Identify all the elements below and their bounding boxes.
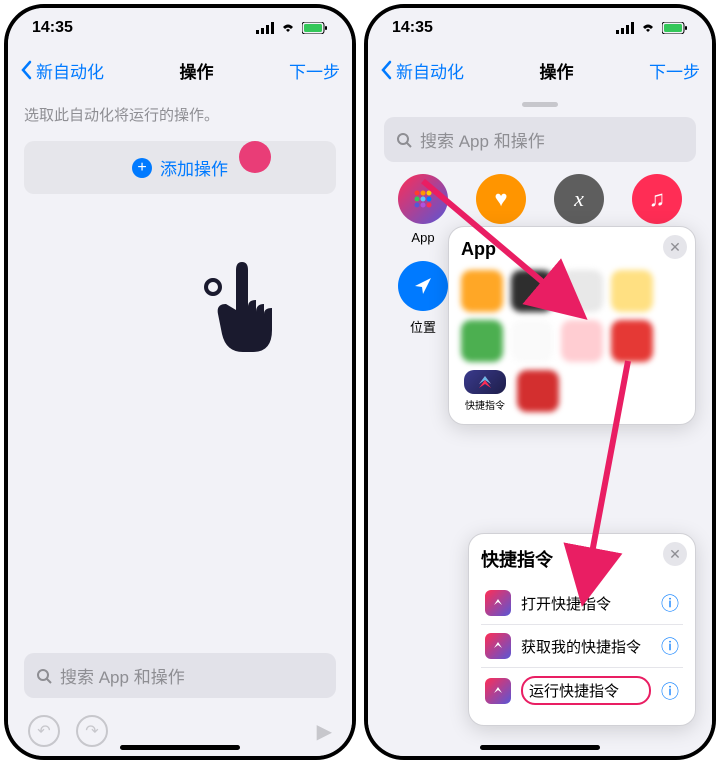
script-icon: x — [554, 174, 604, 224]
close-button[interactable]: ✕ — [663, 542, 687, 566]
app-tile[interactable] — [511, 320, 553, 362]
action-label: 打开快捷指令 — [521, 593, 651, 614]
nav-back-button[interactable]: 新自动化 — [20, 58, 104, 83]
statusbar-time: 14:35 — [32, 19, 73, 37]
navbar: 新自动化 操作 下一步 — [8, 48, 352, 92]
search-placeholder: 搜索 App 和操作 — [420, 127, 545, 152]
wifi-icon — [640, 22, 656, 34]
hand-pointer-icon — [198, 252, 298, 391]
undo-button[interactable]: ↶ — [28, 715, 60, 747]
app-grid-icon — [398, 174, 448, 224]
app-tile[interactable] — [561, 270, 603, 312]
home-indicator — [120, 745, 240, 750]
app-tile[interactable] — [611, 320, 653, 362]
action-open-shortcut[interactable]: 打开快捷指令 ⓘ — [481, 582, 683, 625]
nav-back-label: 新自动化 — [396, 58, 464, 83]
category-label: 位置 — [410, 317, 436, 336]
app-grid: 快捷指令 — [461, 270, 683, 412]
phone-right: 14:35 新自动化 操作 下一步 搜索 App 和操作 A — [364, 4, 716, 760]
phone-left: 14:35 新自动化 操作 下一步 选取此自动化将运行的操作。 + 添加操作 — [4, 4, 356, 760]
category-label: App — [411, 230, 434, 245]
action-label: 获取我的快捷指令 — [521, 636, 651, 657]
nav-title: 操作 — [180, 58, 214, 83]
chevron-left-icon — [380, 60, 392, 80]
popover-title: 快捷指令 — [481, 546, 683, 572]
music-icon: ♫ — [632, 174, 682, 224]
shortcuts-icon — [464, 370, 506, 394]
shortcuts-icon — [485, 590, 511, 616]
navbar: 新自动化 操作 下一步 — [368, 48, 712, 92]
content-left: 选取此自动化将运行的操作。 + 添加操作 — [8, 92, 352, 653]
shortcuts-icon — [485, 678, 511, 704]
redo-button[interactable]: ↷ — [76, 715, 108, 747]
signal-icon — [616, 22, 634, 34]
search-input[interactable]: 搜索 App 和操作 — [384, 117, 696, 162]
statusbar: 14:35 — [368, 8, 712, 48]
app-tile[interactable] — [461, 320, 503, 362]
close-button[interactable]: ✕ — [663, 235, 687, 259]
sheet-grabber[interactable] — [522, 102, 558, 107]
info-icon[interactable]: ⓘ — [661, 590, 679, 616]
add-action-label: 添加操作 — [160, 155, 228, 180]
heart-icon: ♥ — [476, 174, 526, 224]
signal-icon — [256, 22, 274, 34]
nav-back-label: 新自动化 — [36, 58, 104, 83]
info-icon[interactable]: ⓘ — [661, 633, 679, 659]
nav-title: 操作 — [540, 58, 574, 83]
add-action-button[interactable]: + 添加操作 — [24, 141, 336, 194]
tap-highlight — [239, 141, 271, 173]
app-tile[interactable] — [561, 320, 603, 362]
action-list: 打开快捷指令 ⓘ 获取我的快捷指令 ⓘ 运行快捷指令 ⓘ — [481, 582, 683, 713]
search-icon — [36, 668, 52, 684]
nav-next-button[interactable]: 下一步 — [289, 58, 340, 83]
popover-title: App — [461, 239, 683, 260]
shortcuts-icon — [485, 633, 511, 659]
app-label: 快捷指令 — [465, 397, 505, 412]
app-tile[interactable] — [511, 270, 553, 312]
app-tile[interactable] — [517, 370, 559, 412]
search-icon — [396, 132, 412, 148]
app-tile[interactable] — [611, 270, 653, 312]
nav-back-button[interactable]: 新自动化 — [380, 58, 464, 83]
statusbar-right — [256, 22, 328, 34]
hint-text: 选取此自动化将运行的操作。 — [24, 104, 336, 125]
app-popover: ✕ App 快捷指令 — [448, 226, 696, 425]
shortcuts-popover: ✕ 快捷指令 打开快捷指令 ⓘ 获取我的快捷指令 ⓘ 运行快捷指令 ⓘ — [468, 533, 696, 726]
chevron-left-icon — [20, 60, 32, 80]
location-icon — [398, 261, 448, 311]
search-input[interactable]: 搜索 App 和操作 — [24, 653, 336, 698]
action-run-shortcut[interactable]: 运行快捷指令 ⓘ — [481, 668, 683, 713]
wifi-icon — [280, 22, 296, 34]
battery-icon — [662, 22, 688, 34]
action-label: 运行快捷指令 — [521, 676, 651, 705]
action-sheet: 搜索 App 和操作 App ♥ 个人收藏 x 脚本 ♫ 媒体 — [368, 96, 712, 756]
search-placeholder: 搜索 App 和操作 — [60, 663, 185, 688]
nav-next-button[interactable]: 下一步 — [649, 58, 700, 83]
action-get-shortcuts[interactable]: 获取我的快捷指令 ⓘ — [481, 625, 683, 668]
play-button[interactable]: ▶ — [317, 719, 332, 744]
app-shortcuts[interactable]: 快捷指令 — [461, 370, 509, 412]
statusbar-time: 14:35 — [392, 19, 433, 37]
app-tile[interactable] — [461, 270, 503, 312]
plus-icon: + — [132, 158, 152, 178]
info-icon[interactable]: ⓘ — [661, 678, 679, 704]
home-indicator — [480, 745, 600, 750]
statusbar-right — [616, 22, 688, 34]
statusbar: 14:35 — [8, 8, 352, 48]
battery-icon — [302, 22, 328, 34]
